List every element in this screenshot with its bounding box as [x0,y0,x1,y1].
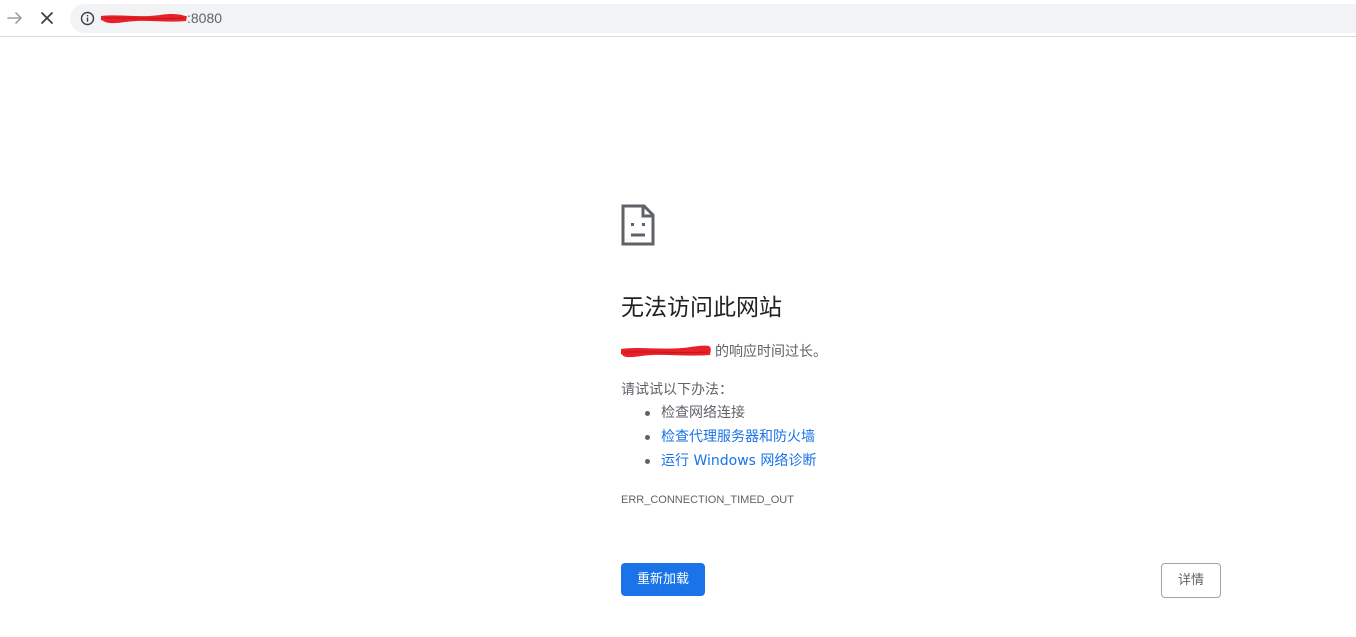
list-item: 检查网络连接 [621,403,816,427]
url-text[interactable]: :8080 [187,10,222,27]
suggestions-list: 检查网络连接 检查代理服务器和防火墙 运行 Windows 网络诊断 [621,403,816,475]
suggestions-heading: 请试试以下办法： [621,382,733,398]
stop-loading-icon [41,12,53,24]
forward-button[interactable] [3,6,27,30]
host-redaction [621,345,711,358]
error-title: 无法访问此网站 [621,295,782,321]
list-item: 运行 Windows 网络诊断 [621,451,816,475]
details-button[interactable]: 详情 [1161,563,1221,598]
suggestion-check-network: 检查网络连接 [661,405,745,421]
list-item: 检查代理服务器和防火墙 [621,427,816,451]
error-summary-text: 的响应时间过长。 [715,344,827,360]
info-icon[interactable] [80,11,95,26]
reload-button[interactable]: 重新加载 [621,563,705,596]
suggestion-run-diagnostics-link[interactable]: 运行 Windows 网络诊断 [661,453,816,469]
forward-arrow-icon [7,12,22,24]
stop-button[interactable] [35,6,59,30]
url-redaction [101,14,187,24]
bullet [645,411,650,416]
sad-page-icon [621,204,655,246]
suggestion-check-proxy-link[interactable]: 检查代理服务器和防火墙 [661,429,815,445]
bullet [645,435,650,440]
bullet [645,459,650,464]
error-code: ERR_CONNECTION_TIMED_OUT [621,494,794,506]
error-summary: 的响应时间过长。 [621,341,827,361]
address-bar[interactable]: :8080 [70,4,1356,33]
browser-toolbar: :8080 [0,0,1356,37]
